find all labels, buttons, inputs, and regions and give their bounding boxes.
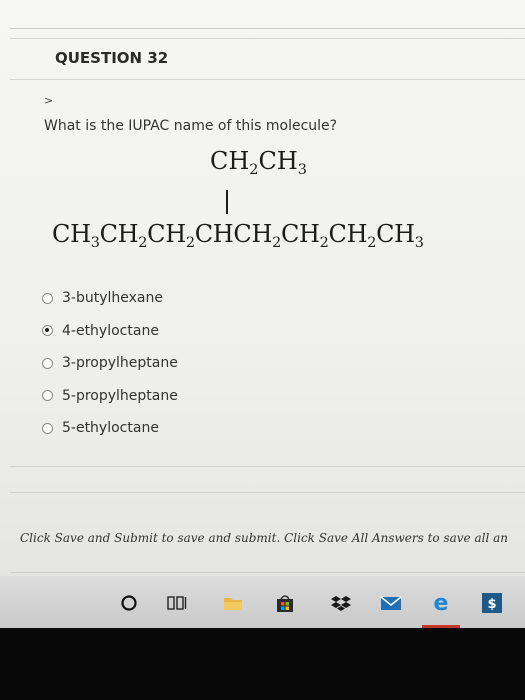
mail-icon[interactable] <box>380 592 402 614</box>
question-title: QUESTION 32 <box>55 49 169 67</box>
svg-text:e: e <box>434 592 449 614</box>
branch-bond <box>226 190 228 214</box>
option-label[interactable]: 3-propylheptane <box>62 355 178 371</box>
branch-formula: CH2CH3 <box>210 147 307 179</box>
divider <box>10 466 525 467</box>
answer-options: 3-butylhexane 4-ethyloctane 3-propylhept… <box>42 282 178 445</box>
taskbar: e $ <box>0 576 525 628</box>
edge-icon[interactable]: e <box>430 592 452 614</box>
dropbox-icon[interactable] <box>330 592 352 614</box>
radio-button[interactable] <box>42 357 53 369</box>
option-label[interactable]: 3-butylhexane <box>62 290 163 306</box>
expand-toggle[interactable]: > <box>44 94 53 107</box>
divider <box>10 572 525 573</box>
divider <box>10 492 525 493</box>
radio-button[interactable] <box>42 422 53 434</box>
option-label[interactable]: 5-propylheptane <box>62 388 178 404</box>
svg-text:$: $ <box>487 597 496 612</box>
store-icon[interactable] <box>274 592 296 614</box>
option-1[interactable]: 3-butylhexane <box>42 282 178 315</box>
file-explorer-icon[interactable] <box>222 592 244 614</box>
question-header: QUESTION 32 <box>10 38 525 80</box>
radio-button[interactable] <box>42 292 53 304</box>
question-prompt: What is the IUPAC name of this molecule? <box>44 118 338 134</box>
option-4[interactable]: 5-propylheptane <box>42 380 178 413</box>
radio-button-selected[interactable] <box>42 325 53 337</box>
divider <box>10 28 525 29</box>
option-label[interactable]: 5-ethyloctane <box>62 420 159 436</box>
monitor-bezel <box>0 628 525 700</box>
money-icon[interactable]: $ <box>481 592 503 614</box>
option-5[interactable]: 5-ethyloctane <box>42 412 178 445</box>
task-view-icon[interactable] <box>166 592 188 614</box>
option-label[interactable]: 4-ethyloctane <box>62 323 159 339</box>
quiz-page: QUESTION 32 > What is the IUPAC name of … <box>0 0 525 600</box>
cortana-icon[interactable] <box>118 592 140 614</box>
option-2[interactable]: 4-ethyloctane <box>42 315 178 348</box>
radio-button[interactable] <box>42 390 53 402</box>
option-3[interactable]: 3-propylheptane <box>42 347 178 380</box>
main-chain-formula: CH3CH2CH2CHCH2CH2CH2CH3 <box>52 220 424 252</box>
save-instructions: Click Save and Submit to save and submit… <box>20 531 509 545</box>
